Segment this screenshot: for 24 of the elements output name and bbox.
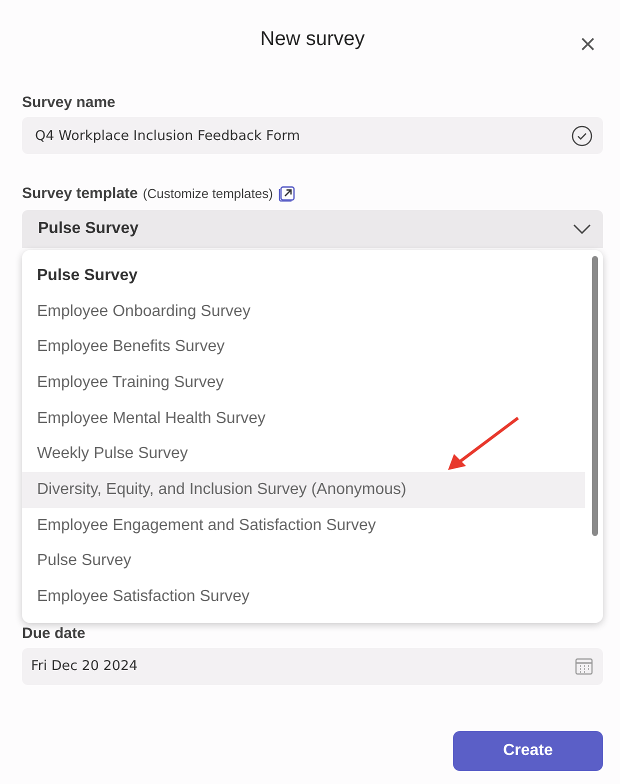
survey-name-field[interactable]: Q4 Workplace Inclusion Feedback Form xyxy=(22,117,603,154)
field-label: Due date xyxy=(22,624,86,642)
template-dropdown[interactable]: Pulse Survey xyxy=(22,210,603,248)
dropdown-option[interactable]: Pulse Survey xyxy=(22,544,585,580)
dropdown-option[interactable]: Employee Benefits Survey xyxy=(22,329,585,366)
dropdown-option[interactable]: Pulse Survey xyxy=(22,258,585,294)
dropdown-option[interactable]: Employee Mental Health Survey xyxy=(22,400,585,436)
dropdown-option[interactable]: Weekly Pulse Survey xyxy=(22,436,585,472)
dialog-title: New survey xyxy=(260,28,365,52)
dropdown-option[interactable]: Employee Onboarding Survey xyxy=(22,294,585,330)
customize-templates-link[interactable]: (Customize templates) xyxy=(142,186,273,200)
due-date-field[interactable]: Fri Dec 20 2024 xyxy=(22,648,603,685)
dropdown-option[interactable]: Employee Engagement and Satisfaction Survey xyxy=(22,508,585,544)
dropdown-option[interactable]: Diversity, Equity, and Inclusion Survey (Anonymous) xyxy=(22,472,585,508)
scrollbar[interactable] xyxy=(592,256,598,536)
calendar-icon xyxy=(575,658,593,675)
open-external-icon[interactable] xyxy=(278,184,296,202)
dropdown-option[interactable]: Employee Training Survey xyxy=(22,365,585,401)
close-button[interactable]: × xyxy=(578,34,597,56)
dropdown-option[interactable]: Employee Satisfaction Survey xyxy=(22,579,585,615)
field-label: Survey template xyxy=(22,184,138,202)
chevron-down-icon xyxy=(573,224,591,234)
field-label: Survey name xyxy=(22,94,116,111)
create-button[interactable]: Create xyxy=(453,730,603,771)
